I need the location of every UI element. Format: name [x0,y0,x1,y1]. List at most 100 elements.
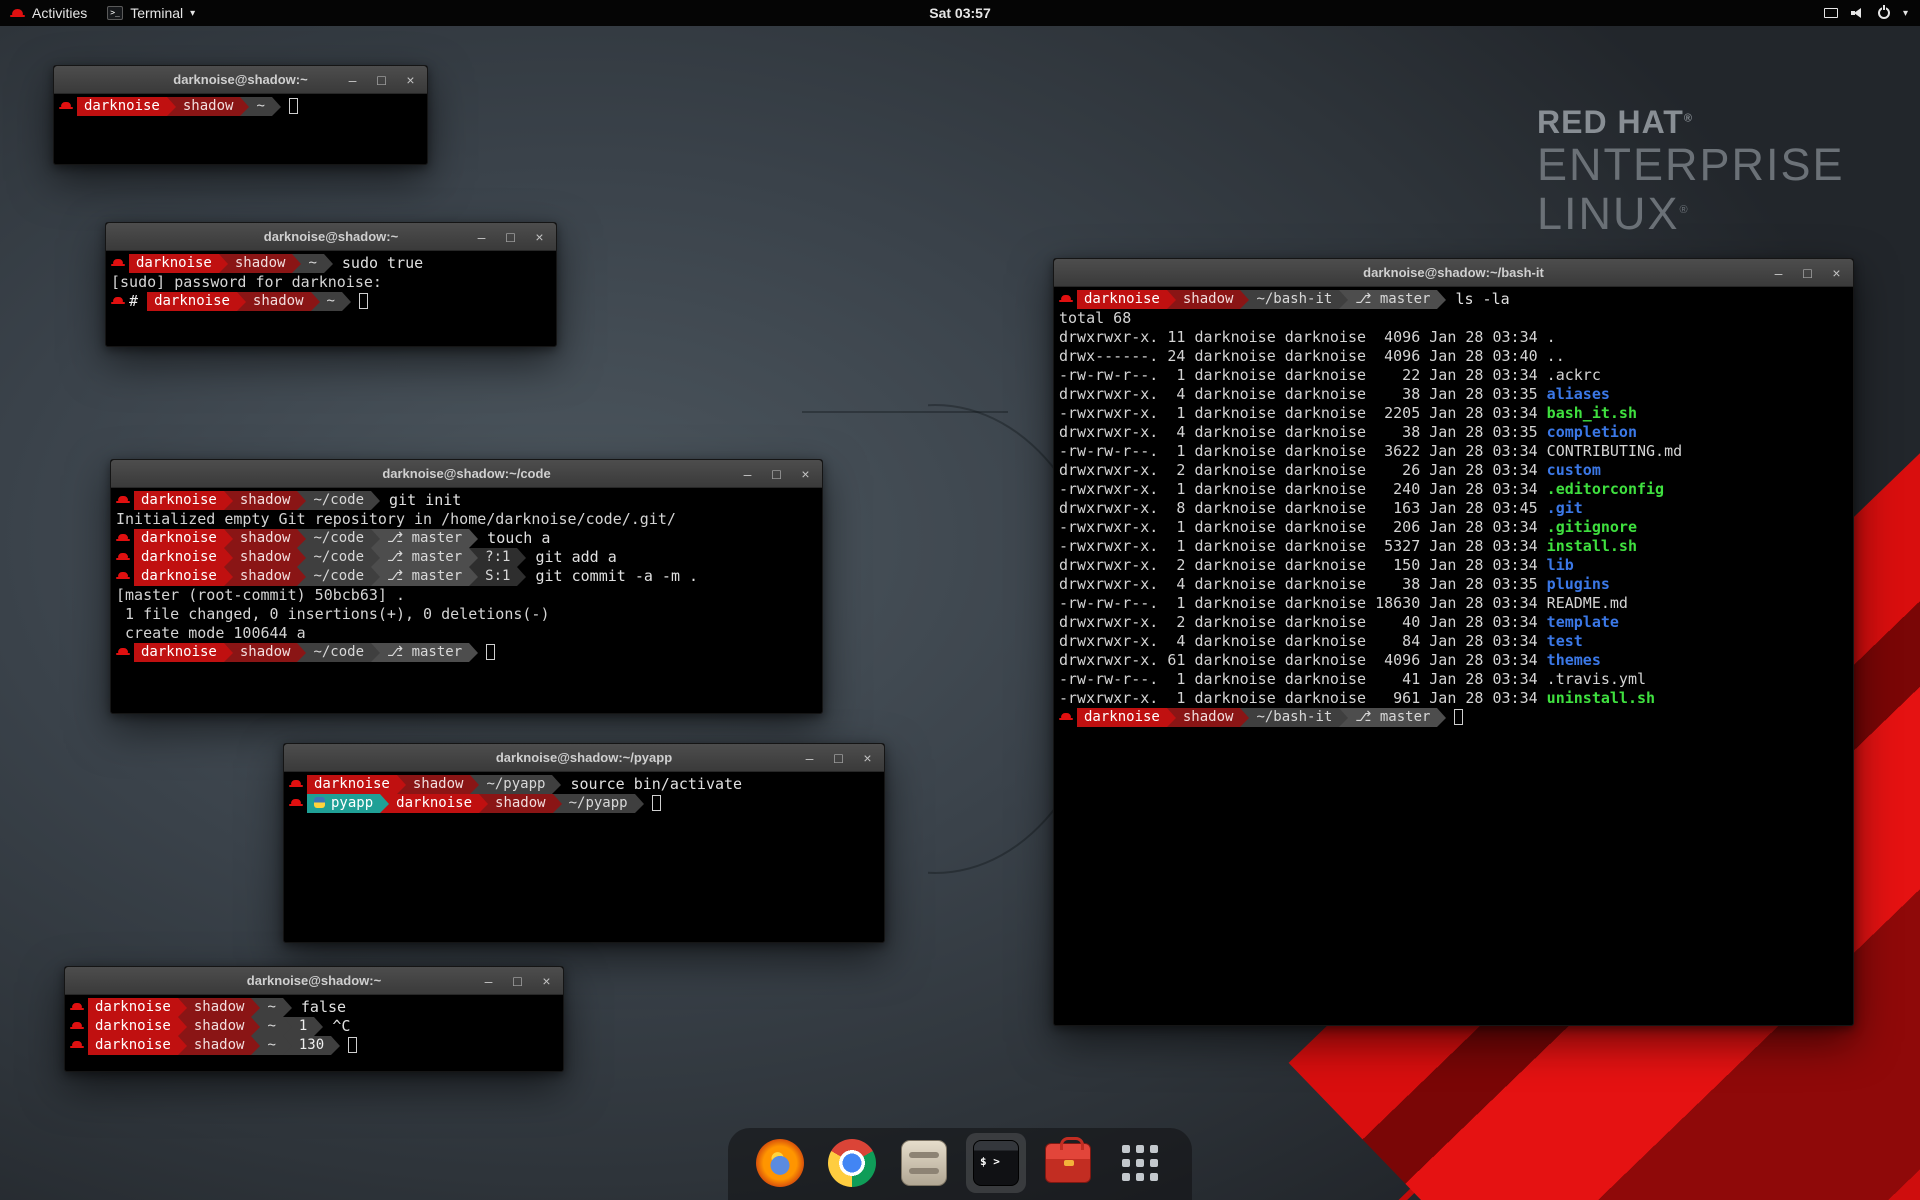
dock-item-files[interactable] [900,1139,948,1187]
close-button[interactable]: × [799,467,812,481]
prompt-segment-p: ~/code [306,548,371,567]
prompt-segment-p: ~ [260,1036,282,1055]
prompt-segment-h: shadow [233,491,298,510]
prompt-segment-venv: pyapp [307,794,380,813]
redhat-branding: RED HAT® ENTERPRISE LINUX® [1537,104,1845,238]
minimize-button[interactable]: – [346,73,359,87]
dock-item-chrome[interactable] [828,1139,876,1187]
terminal-cursor [289,98,298,114]
prompt-segment-u: darknoise [134,643,224,662]
terminal-line: drwxrwxr-x. 8 darknoise darknoise 163 Ja… [1059,499,1850,518]
powerline-arrow [380,794,389,813]
file-name: .. [1547,347,1565,365]
prompt-segment-st: S:1 [478,567,517,586]
terminal-content[interactable]: darknoiseshadow~/code git initInitialize… [111,488,822,665]
activities-label: Activities [32,5,87,21]
chevron-down-icon: ▾ [190,8,195,19]
maximize-button[interactable]: □ [770,467,783,481]
prompt-segment-p: ~ [260,998,282,1017]
prompt-segment-g: ⎇ master [380,529,469,548]
terminal-line: pyappdarknoiseshadow~/pyapp [289,794,881,813]
terminal-line: Initialized empty Git repository in /hom… [116,510,819,529]
terminal-content[interactable]: darknoiseshadow~/bash-it⎇ master ls -lat… [1054,287,1853,730]
display-icon[interactable] [1824,8,1838,18]
terminal-cursor [652,795,661,811]
command-text: false [292,998,346,1016]
maximize-button[interactable]: □ [511,974,524,988]
app-menu-terminal[interactable]: Terminal ▾ [107,5,195,21]
powerline-arrow [237,292,246,311]
chevron-down-icon[interactable]: ▾ [1903,8,1908,19]
minimize-button[interactable]: – [741,467,754,481]
minimize-button[interactable]: – [803,751,816,765]
prompt-segment-h: shadow [187,1036,252,1055]
terminal-window-home-1[interactable]: darknoise@shadow:~ – □ × darknoiseshadow… [53,65,428,165]
dock-item-toolbox[interactable] [1044,1139,1092,1187]
close-button[interactable]: × [533,230,546,244]
terminal-line: darknoiseshadow~/code⎇ master [116,643,819,662]
terminal-window-bash-it[interactable]: darknoise@shadow:~/bash-it – □ × darknoi… [1053,258,1854,1026]
powerline-arrow [469,567,478,586]
terminal-line: -rw-rw-r--. 1 darknoise darknoise 3622 J… [1059,442,1850,461]
volume-icon[interactable] [1851,7,1865,19]
terminal-line: drwxrwxr-x. 61 darknoise darknoise 4096 … [1059,651,1850,670]
close-button[interactable]: × [861,751,874,765]
window-title: darknoise@shadow:~ [173,72,307,87]
minimize-button[interactable]: – [1772,266,1785,280]
brand-redhat: RED HAT [1537,104,1684,140]
power-icon[interactable] [1878,7,1890,19]
minimize-button[interactable]: – [482,974,495,988]
powerline-arrow [371,548,380,567]
window-titlebar[interactable]: darknoise@shadow:~/code – □ × [111,460,822,488]
powerline-arrow [283,1017,292,1036]
activities-button[interactable]: Activities [10,5,87,21]
terminal-content[interactable]: darknoiseshadow~ sudo true[sudo] passwor… [106,251,556,314]
prompt-segment-g: ⎇ master [1348,708,1437,727]
dock-item-app-grid[interactable] [1116,1139,1164,1187]
window-titlebar[interactable]: darknoise@shadow:~ – □ × [65,967,563,995]
terminal-line: darknoiseshadow~/bash-it⎇ master [1059,708,1850,727]
system-status-area[interactable]: ▾ [1824,7,1920,19]
window-titlebar[interactable]: darknoise@shadow:~ – □ × [54,66,427,94]
prompt-segment-h: shadow [233,567,298,586]
close-button[interactable]: × [404,73,417,87]
maximize-button[interactable]: □ [832,751,845,765]
window-titlebar[interactable]: darknoise@shadow:~/pyapp – □ × [284,744,884,772]
terminal-window-home-2[interactable]: darknoise@shadow:~ – □ × darknoiseshadow… [64,966,564,1072]
prompt-segment-p: ~ [320,292,342,311]
window-titlebar[interactable]: darknoise@shadow:~/bash-it – □ × [1054,259,1853,287]
redhat-prompt-icon [111,292,126,311]
registered-mark: ® [1680,204,1690,216]
terminal-window-pyapp[interactable]: darknoise@shadow:~/pyapp – □ × darknoise… [283,743,885,943]
terminal-content[interactable]: darknoiseshadow~ [54,94,427,119]
maximize-button[interactable]: □ [1801,266,1814,280]
dock-item-firefox[interactable] [756,1139,804,1187]
terminal-line: drwxrwxr-x. 2 darknoise darknoise 150 Ja… [1059,556,1850,575]
close-button[interactable]: × [1830,266,1843,280]
terminal-line: darknoiseshadow~ sudo true [111,254,553,273]
terminal-line: -rw-rw-r--. 1 darknoise darknoise 22 Jan… [1059,366,1850,385]
powerline-arrow [469,529,478,548]
terminal-content[interactable]: darknoiseshadow~ falsedarknoiseshadow~1 … [65,995,563,1058]
root-prompt-marker: # [129,292,147,310]
terminal-content[interactable]: darknoiseshadow~/pyapp source bin/activa… [284,772,884,816]
terminal-line: total 68 [1059,309,1850,328]
maximize-button[interactable]: □ [375,73,388,87]
redhat-prompt-icon [1059,708,1074,727]
prompt-segment-p: ~/pyapp [562,794,635,813]
close-button[interactable]: × [540,974,553,988]
powerline-arrow [470,775,479,794]
clock[interactable]: Sat 03:57 [929,5,990,21]
maximize-button[interactable]: □ [504,230,517,244]
window-titlebar[interactable]: darknoise@shadow:~ – □ × [106,223,556,251]
prompt-segment-h: shadow [406,775,471,794]
prompt-segment-p: ~ [260,1017,282,1036]
terminal-window-code[interactable]: darknoise@shadow:~/code – □ × darknoises… [110,459,823,714]
powerline-arrow [297,491,306,510]
terminal-window-sudo[interactable]: darknoise@shadow:~ – □ × darknoiseshadow… [105,222,557,347]
file-name: README.md [1547,594,1628,612]
terminal-line: darknoiseshadow~ false [70,998,560,1017]
minimize-button[interactable]: – [475,230,488,244]
dock-item-terminal[interactable] [972,1139,1020,1187]
window-title: darknoise@shadow:~ [264,229,398,244]
